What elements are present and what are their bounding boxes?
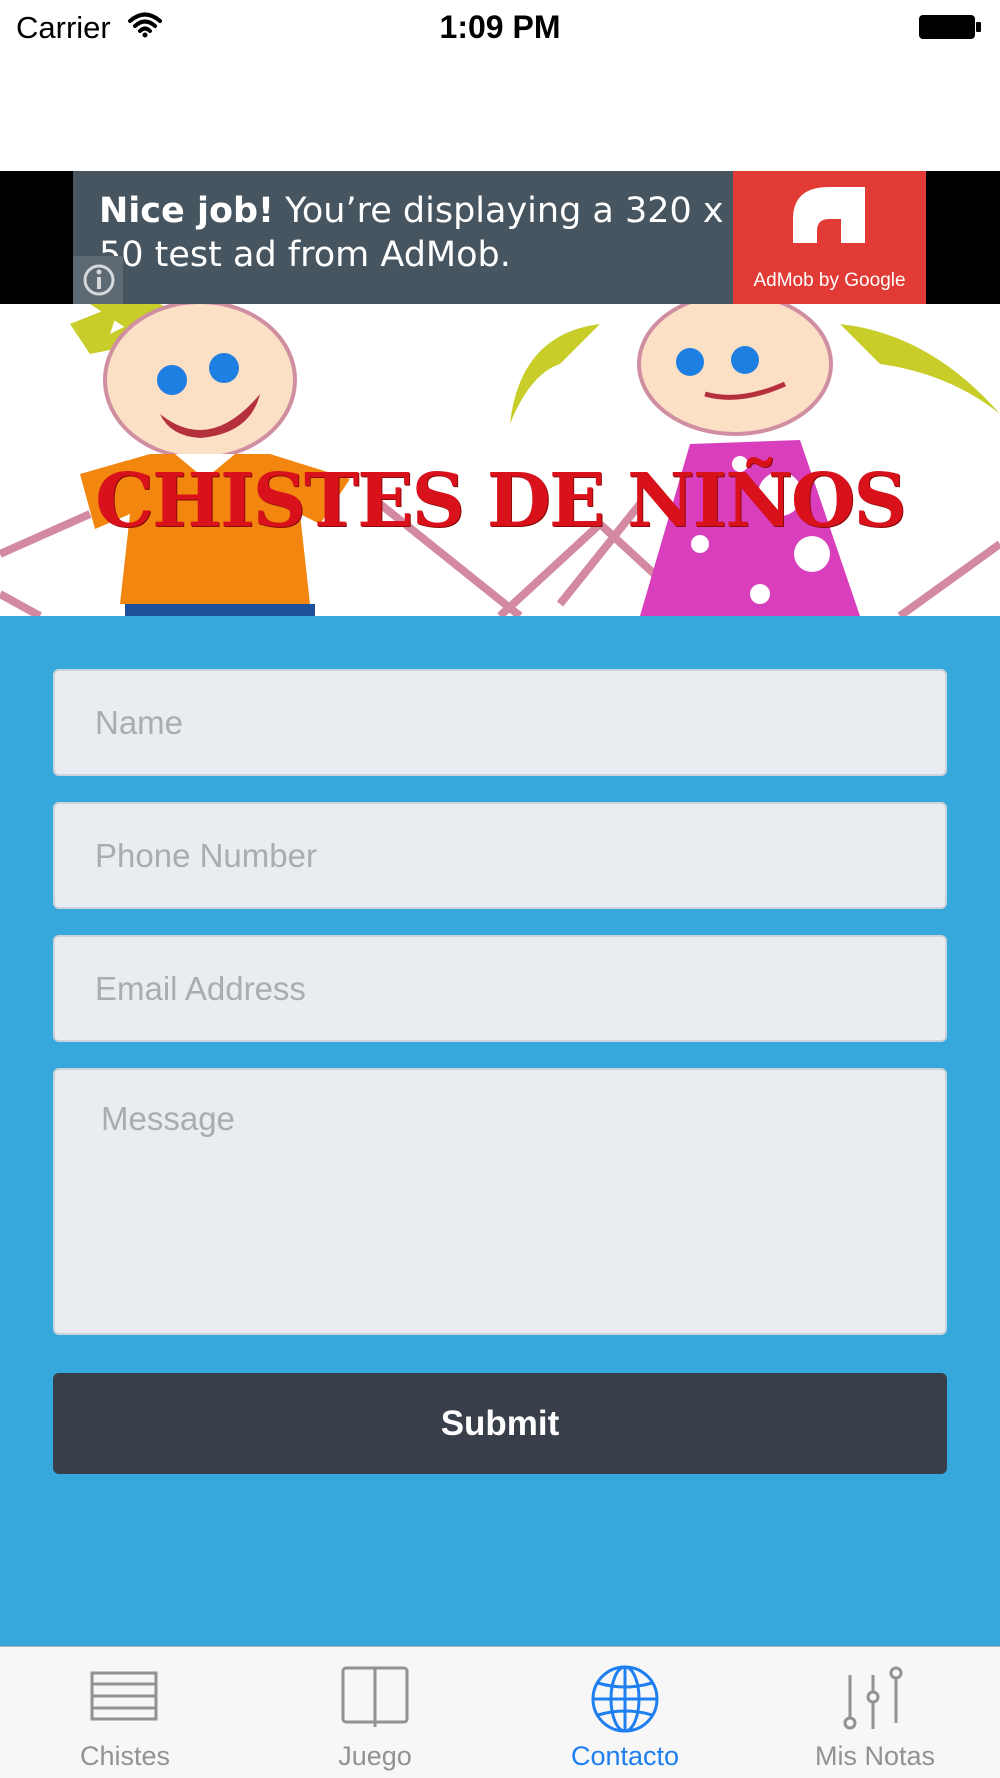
list-icon: [90, 1671, 158, 1721]
ad-headline-bold: Nice job!: [99, 191, 275, 231]
globe-icon: [591, 1665, 659, 1733]
message-input[interactable]: [53, 1068, 947, 1335]
ad-banner[interactable]: Nice job! You’re displaying a 320 x 50 t…: [0, 171, 1000, 304]
ad-info-button[interactable]: [73, 256, 123, 304]
ad-text: Nice job! You’re displaying a 320 x 50 t…: [99, 189, 729, 277]
tab-label-contacto: Contacto: [570, 1741, 680, 1771]
tab-label-juego: Juego: [338, 1741, 412, 1771]
submit-button[interactable]: Submit: [53, 1373, 947, 1474]
tab-label-mis-notas: Mis Notas: [814, 1741, 936, 1771]
contact-form: Submit: [0, 616, 1000, 1646]
email-input[interactable]: [53, 935, 947, 1042]
tab-label-chistes: Chistes: [79, 1741, 171, 1771]
page-title: CHISTES DE NIÑOS: [95, 458, 907, 544]
tab-contacto[interactable]: Contacto: [500, 1647, 750, 1778]
sliders-icon: [843, 1666, 903, 1730]
battery-icon: [919, 15, 981, 39]
admob-caption: AdMob by Google: [753, 270, 906, 291]
tab-bar: Chistes Juego Contacto Mis Notas: [0, 1646, 1000, 1778]
admob-icon: [793, 187, 865, 243]
tab-juego[interactable]: Juego: [250, 1647, 500, 1778]
admob-logo[interactable]: AdMob by Google: [733, 171, 926, 304]
tab-chistes[interactable]: Chistes: [0, 1647, 250, 1778]
tab-mis-notas[interactable]: Mis Notas: [750, 1647, 1000, 1778]
info-icon: [83, 264, 115, 296]
status-time: 1:09 PM: [439, 9, 561, 45]
ad-body[interactable]: Nice job! You’re displaying a 320 x 50 t…: [73, 171, 733, 304]
status-bar: Carrier 1:09 PM: [0, 0, 1000, 56]
book-icon: [341, 1666, 409, 1727]
header-banner: CHISTES DE NIÑOS: [0, 304, 1000, 616]
name-input[interactable]: [53, 669, 947, 776]
phone-input[interactable]: [53, 802, 947, 909]
